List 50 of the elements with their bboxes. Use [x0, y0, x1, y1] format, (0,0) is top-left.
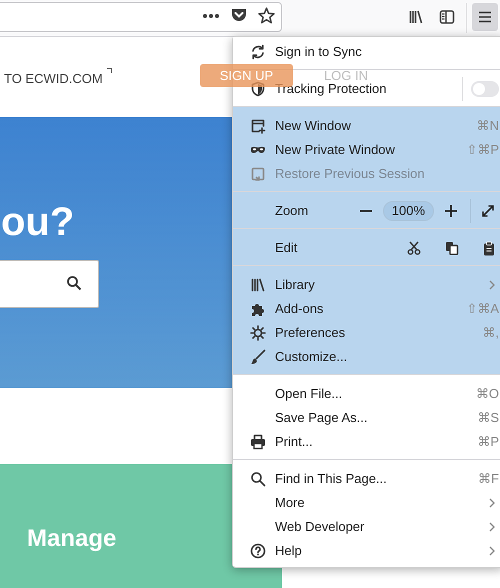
menu-item[interactable]: New Private Window ⇧⌘P: [233, 138, 500, 162]
menu-item[interactable]: Find in This Page... ⌘F: [233, 467, 500, 491]
gear-icon: [250, 325, 266, 341]
menu-item[interactable]: Library: [233, 273, 500, 297]
chevron-right-icon: [489, 522, 495, 532]
copy-icon[interactable]: [445, 241, 459, 255]
menu-label: Edit: [275, 239, 298, 258]
printer-icon: [250, 434, 266, 450]
menu-item[interactable]: Open File... ⌘O: [233, 382, 500, 406]
menu-button[interactable]: [472, 3, 498, 31]
menu-icon: [478, 11, 492, 23]
zoom-level[interactable]: 100%: [382, 201, 434, 221]
sync-icon: [250, 44, 266, 60]
restore-window-icon: [250, 166, 266, 182]
new-window-icon: [250, 118, 266, 134]
menu-item[interactable]: Save Page As... ⌘S: [233, 406, 500, 430]
menu-item[interactable]: Web Developer: [233, 515, 500, 539]
chevron-right-icon: [489, 280, 495, 290]
search-icon[interactable]: [66, 275, 82, 291]
library-icon: [250, 277, 266, 293]
fullscreen-icon[interactable]: [481, 204, 495, 218]
sidebar-icon[interactable]: [439, 9, 455, 25]
url-bar[interactable]: [0, 2, 282, 32]
scissors-icon[interactable]: [407, 241, 421, 255]
header-link[interactable]: TO ECWID.COM: [4, 69, 103, 88]
toggle-switch[interactable]: [471, 81, 499, 97]
menu-item[interactable]: Help: [233, 539, 500, 563]
search-icon: [250, 471, 266, 487]
menu-item[interactable]: More: [233, 491, 500, 515]
hero-title: ou?: [1, 199, 74, 246]
menu-label: Zoom: [275, 202, 310, 220]
menu-item[interactable]: Print... ⌘P: [233, 430, 500, 454]
more-icon[interactable]: [203, 13, 219, 19]
clipboard-icon[interactable]: [483, 240, 495, 256]
brush-icon: [250, 349, 266, 365]
menu-item[interactable]: New Window ⌘N: [233, 114, 500, 138]
chevron-right-icon: [489, 498, 495, 508]
search-field[interactable]: [0, 260, 99, 308]
library-icon[interactable]: [408, 9, 424, 25]
external-link-icon: [107, 68, 112, 73]
menu-item[interactable]: Sign in to Sync: [233, 40, 500, 64]
chevron-right-icon: [489, 546, 495, 556]
menu-item[interactable]: Customize...: [233, 345, 500, 369]
menu-item[interactable]: Preferences ⌘,: [233, 321, 500, 345]
menu-item[interactable]: Add-ons ⇧⌘A: [233, 297, 500, 321]
star-icon[interactable]: [258, 7, 275, 24]
puzzle-icon: [250, 301, 266, 317]
plus-icon[interactable]: [444, 204, 458, 218]
help-icon: [250, 543, 266, 559]
banner-title: Manage: [27, 524, 116, 554]
